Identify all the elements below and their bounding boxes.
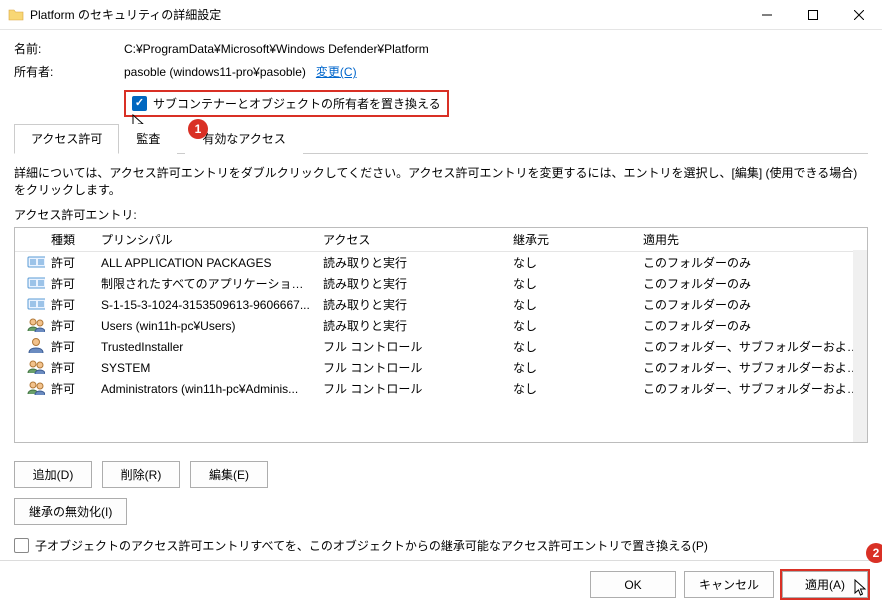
apply-button[interactable]: 適用(A) (782, 571, 868, 598)
col-access[interactable]: アクセス (317, 227, 507, 252)
edit-button[interactable]: 編集(E) (190, 461, 268, 488)
folder-icon (8, 7, 24, 23)
col-principal[interactable]: プリンシパル (95, 227, 317, 252)
table-row[interactable]: 許可ALL APPLICATION PACKAGES読み取りと実行なしこのフォル… (15, 252, 867, 273)
owner-value: pasoble (windows11-pro¥pasoble) (124, 65, 306, 79)
principal-icon (27, 253, 45, 269)
cell-applies: このフォルダー、サブフォルダーおよびファイル (637, 357, 867, 378)
table-row[interactable]: 許可Administrators (win11h-pc¥Adminis...フル… (15, 378, 867, 399)
cell-principal: SYSTEM (95, 359, 317, 377)
maximize-button[interactable] (790, 0, 836, 30)
table-header: 種類 プリンシパル アクセス 継承元 適用先 (15, 228, 867, 252)
callout-step-2: 2 (866, 543, 882, 563)
permissions-table[interactable]: 種類 プリンシパル アクセス 継承元 適用先 許可ALL APPLICATION… (14, 227, 868, 443)
replace-owner-label: サブコンテナーとオブジェクトの所有者を置き換える (153, 95, 441, 112)
principal-icon (27, 295, 45, 311)
cell-inherited: なし (507, 273, 637, 294)
cell-type: 許可 (45, 294, 95, 315)
cell-access: 読み取りと実行 (317, 294, 507, 315)
cell-principal: S-1-15-3-1024-3153509613-9606667... (95, 296, 317, 314)
remove-button[interactable]: 削除(R) (102, 461, 180, 488)
principal-icon (27, 379, 45, 395)
title-bar: Platform のセキュリティの詳細設定 (0, 0, 882, 30)
principal-icon (27, 337, 45, 353)
cell-type: 許可 (45, 273, 95, 294)
cell-inherited: なし (507, 315, 637, 336)
cell-inherited: なし (507, 294, 637, 315)
cell-inherited: なし (507, 252, 637, 273)
content-area: 名前: C:¥ProgramData¥Microsoft¥Windows Def… (0, 30, 882, 560)
replace-owner-checkbox-box: サブコンテナーとオブジェクトの所有者を置き換える (124, 90, 449, 117)
ok-button[interactable]: OK (590, 571, 676, 598)
cell-access: フル コントロール (317, 378, 507, 399)
name-value: C:¥ProgramData¥Microsoft¥Windows Defende… (124, 42, 429, 56)
cell-principal: Administrators (win11h-pc¥Adminis... (95, 380, 317, 398)
cell-principal: Users (win11h-pc¥Users) (95, 317, 317, 335)
cell-inherited: なし (507, 378, 637, 399)
cell-applies: このフォルダー、サブフォルダーおよびファイル (637, 378, 867, 399)
cell-applies: このフォルダーのみ (637, 252, 867, 273)
disable-inheritance-button[interactable]: 継承の無効化(I) (14, 498, 127, 525)
hint-text: 詳細については、アクセス許可エントリをダブルクリックしてください。アクセス許可エ… (14, 164, 868, 198)
cell-applies: このフォルダー、サブフォルダーおよびファイル (637, 336, 867, 357)
cell-access: フル コントロール (317, 336, 507, 357)
col-type[interactable]: 種類 (45, 227, 95, 252)
table-row[interactable]: 許可SYSTEMフル コントロールなしこのフォルダー、サブフォルダーおよびファイ… (15, 357, 867, 378)
cell-access: フル コントロール (317, 357, 507, 378)
dialog-buttons: OK キャンセル 適用(A) 2 (0, 560, 882, 608)
cell-inherited: なし (507, 357, 637, 378)
replace-child-permissions-row: 子オブジェクトのアクセス許可エントリすべてを、このオブジェクトからの継承可能なア… (14, 537, 868, 554)
close-button[interactable] (836, 0, 882, 30)
col-applies[interactable]: 適用先 (637, 227, 867, 252)
cell-access: 読み取りと実行 (317, 273, 507, 294)
cell-applies: このフォルダーのみ (637, 315, 867, 336)
owner-row: 所有者: pasoble (windows11-pro¥pasoble) 変更(… (14, 63, 868, 80)
add-button[interactable]: 追加(D) (14, 461, 92, 488)
cell-type: 許可 (45, 315, 95, 336)
cell-type: 許可 (45, 336, 95, 357)
name-label: 名前: (14, 40, 124, 57)
vertical-scrollbar[interactable] (853, 250, 867, 442)
cell-access: 読み取りと実行 (317, 252, 507, 273)
name-row: 名前: C:¥ProgramData¥Microsoft¥Windows Def… (14, 40, 868, 57)
tab-auditing[interactable]: 監査 (119, 124, 177, 154)
table-row[interactable]: 許可TrustedInstallerフル コントロールなしこのフォルダー、サブフ… (15, 336, 867, 357)
cancel-button[interactable]: キャンセル (684, 571, 774, 598)
principal-icon (27, 274, 45, 290)
col-inherited[interactable]: 継承元 (507, 227, 637, 252)
cell-principal: 制限されたすべてのアプリケーション パッケ... (95, 273, 317, 294)
replace-child-permissions-label: 子オブジェクトのアクセス許可エントリすべてを、このオブジェクトからの継承可能なア… (35, 537, 708, 554)
table-row[interactable]: 許可Users (win11h-pc¥Users)読み取りと実行なしこのフォルダ… (15, 315, 867, 336)
cell-applies: このフォルダーのみ (637, 294, 867, 315)
cell-inherited: なし (507, 336, 637, 357)
principal-icon (27, 358, 45, 374)
table-row[interactable]: 許可制限されたすべてのアプリケーション パッケ...読み取りと実行なしこのフォル… (15, 273, 867, 294)
replace-child-permissions-checkbox[interactable] (14, 538, 29, 553)
cell-type: 許可 (45, 252, 95, 273)
tabstrip: アクセス許可 監査 1 有効なアクセス (14, 123, 868, 154)
tab-permissions[interactable]: アクセス許可 (14, 124, 119, 154)
owner-label: 所有者: (14, 63, 124, 80)
change-owner-link[interactable]: 変更(C) (316, 63, 357, 80)
cell-type: 許可 (45, 378, 95, 399)
minimize-button[interactable] (744, 0, 790, 30)
cell-access: 読み取りと実行 (317, 315, 507, 336)
entry-action-buttons: 追加(D) 削除(R) 編集(E) (14, 461, 868, 488)
cell-applies: このフォルダーのみ (637, 273, 867, 294)
entries-label: アクセス許可エントリ: (14, 206, 868, 223)
replace-owner-checkbox[interactable] (132, 96, 147, 111)
table-row[interactable]: 許可S-1-15-3-1024-3153509613-9606667...読み取… (15, 294, 867, 315)
cell-principal: ALL APPLICATION PACKAGES (95, 254, 317, 272)
cell-type: 許可 (45, 357, 95, 378)
callout-step-1: 1 (188, 119, 208, 139)
cell-principal: TrustedInstaller (95, 338, 317, 356)
principal-icon (27, 316, 45, 332)
window-title: Platform のセキュリティの詳細設定 (30, 6, 744, 23)
